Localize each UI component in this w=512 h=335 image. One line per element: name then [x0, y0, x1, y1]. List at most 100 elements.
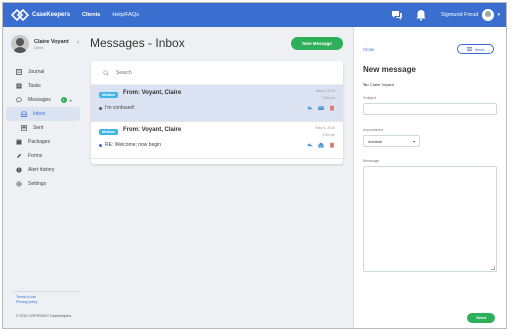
- tasks-icon: [16, 83, 22, 89]
- priority-badge: Medium: [99, 92, 119, 98]
- client-profile: Claire Voyant Client: [11, 35, 69, 53]
- journal-icon: [16, 69, 22, 75]
- message-time: 3:36 pm: [322, 96, 335, 100]
- packages-icon: [16, 139, 22, 145]
- message-date: May 5, 2019: [315, 126, 335, 130]
- open-mail-icon[interactable]: [318, 142, 324, 148]
- client-role: Client: [34, 45, 43, 50]
- message-list: Medium From: Voyant, Claire May 5, 2019 …: [91, 61, 343, 164]
- logo-icon: [11, 9, 29, 21]
- sidebar-item-messages[interactable]: Messages 1 ▾: [3, 93, 83, 107]
- sidebar-footer-links: Terms of use Privacy policy: [16, 295, 37, 305]
- top-right-controls: Sigmund Freud ▾: [379, 3, 500, 27]
- sidebar-item-tasks[interactable]: Tasks: [3, 79, 83, 93]
- list-item[interactable]: Medium From: Voyant, Claire May 5, 2019 …: [91, 122, 343, 159]
- sidebar-item-label: Alert history: [28, 167, 55, 173]
- search-bar: [91, 61, 343, 85]
- copyright: © 2019 COPYRIGHT CaseKeepers: [16, 314, 72, 318]
- message-subject-text: I'm confused!: [105, 105, 135, 111]
- message-subject-text: RE: Welcome; now begin: [105, 142, 162, 148]
- app-logo[interactable]: CaseKeepers: [11, 9, 70, 21]
- sidebar-item-label: Journal: [28, 69, 45, 75]
- recipient-line: To: Claire Voyant: [363, 82, 394, 87]
- client-name: Claire Voyant: [34, 38, 69, 45]
- sidebar-item-label: Messages: [28, 97, 51, 103]
- page-title: Messages - Inbox: [90, 36, 185, 50]
- user-name[interactable]: Sigmund Freud: [441, 12, 479, 18]
- subject-label: Subject: [363, 95, 377, 100]
- message-actions: [302, 142, 335, 148]
- top-bar: CaseKeepers Clients Help/FAQs Sigmund Fr…: [3, 3, 506, 27]
- sidebar-item-settings[interactable]: Settings: [3, 177, 83, 191]
- message-time: 3:36 pm: [322, 133, 335, 137]
- main-content: Messages - Inbox New Message Medium From…: [83, 27, 353, 328]
- importance-value: medium: [368, 138, 383, 144]
- sidebar-item-packages[interactable]: Packages: [3, 135, 83, 149]
- sidebar-item-forms[interactable]: Forms: [3, 149, 83, 163]
- chevron-down-icon: ▾: [412, 138, 415, 144]
- app-window: CaseKeepers Clients Help/FAQs Sigmund Fr…: [2, 2, 507, 329]
- trash-icon[interactable]: [329, 142, 335, 148]
- nav-help[interactable]: Help/FAQs: [112, 12, 139, 18]
- unread-badge: 1: [60, 97, 67, 103]
- list-icon: [466, 47, 472, 51]
- trash-icon[interactable]: [329, 105, 335, 111]
- sidebar-item-label: Packages: [28, 139, 50, 145]
- sidebar-menu: Journal Tasks Messages 1 ▾ Inbox Sent Pa…: [3, 65, 83, 191]
- sidebar-item-label: Tasks: [28, 83, 41, 89]
- message-actions: [302, 105, 335, 111]
- chevron-down-icon: ▾: [69, 97, 72, 103]
- compose-title: New message: [363, 65, 416, 74]
- sidebar-item-label: Forms: [28, 153, 43, 159]
- send-button[interactable]: Send: [467, 313, 495, 323]
- message-sender: From: Voyant, Claire: [123, 90, 182, 96]
- sidebar-item-alert-history[interactable]: Alert history: [3, 163, 83, 177]
- privacy-link[interactable]: Privacy policy: [16, 300, 37, 305]
- avatar: [11, 35, 29, 53]
- unread-dot: [99, 106, 102, 110]
- sidebar-item-sent[interactable]: Sent: [3, 121, 83, 135]
- inbox-icon: [21, 111, 27, 117]
- priority-badge: Medium: [99, 129, 119, 135]
- chat-bubbles-icon[interactable]: [391, 9, 403, 21]
- chat-icon: [16, 97, 22, 103]
- bell-icon[interactable]: [415, 9, 427, 21]
- app-name: CaseKeepers: [32, 12, 71, 18]
- new-message-button[interactable]: New Message: [291, 37, 343, 50]
- subject-field[interactable]: [363, 103, 497, 115]
- recipient-name: Claire Voyant: [370, 82, 394, 87]
- to-label: To:: [363, 82, 369, 87]
- close-link[interactable]: Close: [363, 47, 375, 52]
- sidebar-item-journal[interactable]: Journal: [3, 65, 83, 79]
- list-item[interactable]: Medium From: Voyant, Claire May 5, 2019 …: [91, 85, 343, 122]
- nav-clients[interactable]: Clients: [82, 12, 100, 18]
- message-sender: From: Voyant, Claire: [123, 127, 182, 133]
- search-icon: [103, 69, 109, 76]
- search-input[interactable]: [116, 69, 316, 76]
- alert-icon: [16, 167, 22, 173]
- reply-icon[interactable]: [307, 142, 313, 148]
- sidebar-item-inbox[interactable]: Inbox: [6, 107, 80, 121]
- mail-icon[interactable]: [318, 105, 324, 111]
- sidebar-divider: [13, 291, 79, 292]
- user-avatar[interactable]: [482, 9, 495, 21]
- sidebar-item-label: Settings: [28, 181, 47, 187]
- gear-icon: [16, 181, 22, 187]
- importance-select[interactable]: medium ▾: [363, 135, 420, 147]
- items-button[interactable]: Items: [457, 44, 494, 54]
- compose-panel: Close Items New message To: Claire Voyan…: [353, 27, 506, 328]
- sent-icon: [21, 125, 27, 131]
- message-subject: I'm confused!: [99, 105, 135, 111]
- chevron-down-icon[interactable]: ▾: [497, 12, 500, 18]
- unread-dot: [99, 143, 102, 147]
- sidebar: Claire Voyant Client ‹ Journal Tasks Mes…: [3, 27, 83, 328]
- collapse-sidebar-icon[interactable]: ‹: [77, 40, 79, 46]
- items-button-label: Items: [474, 46, 485, 52]
- importance-label: Importance: [363, 127, 384, 132]
- sidebar-item-label: Sent: [33, 125, 44, 131]
- resize-handle[interactable]: [491, 266, 495, 270]
- message-label: Message: [363, 158, 380, 163]
- message-textarea[interactable]: [363, 166, 497, 272]
- reply-icon[interactable]: [307, 105, 313, 111]
- message-subject: RE: Welcome; now begin: [99, 142, 161, 148]
